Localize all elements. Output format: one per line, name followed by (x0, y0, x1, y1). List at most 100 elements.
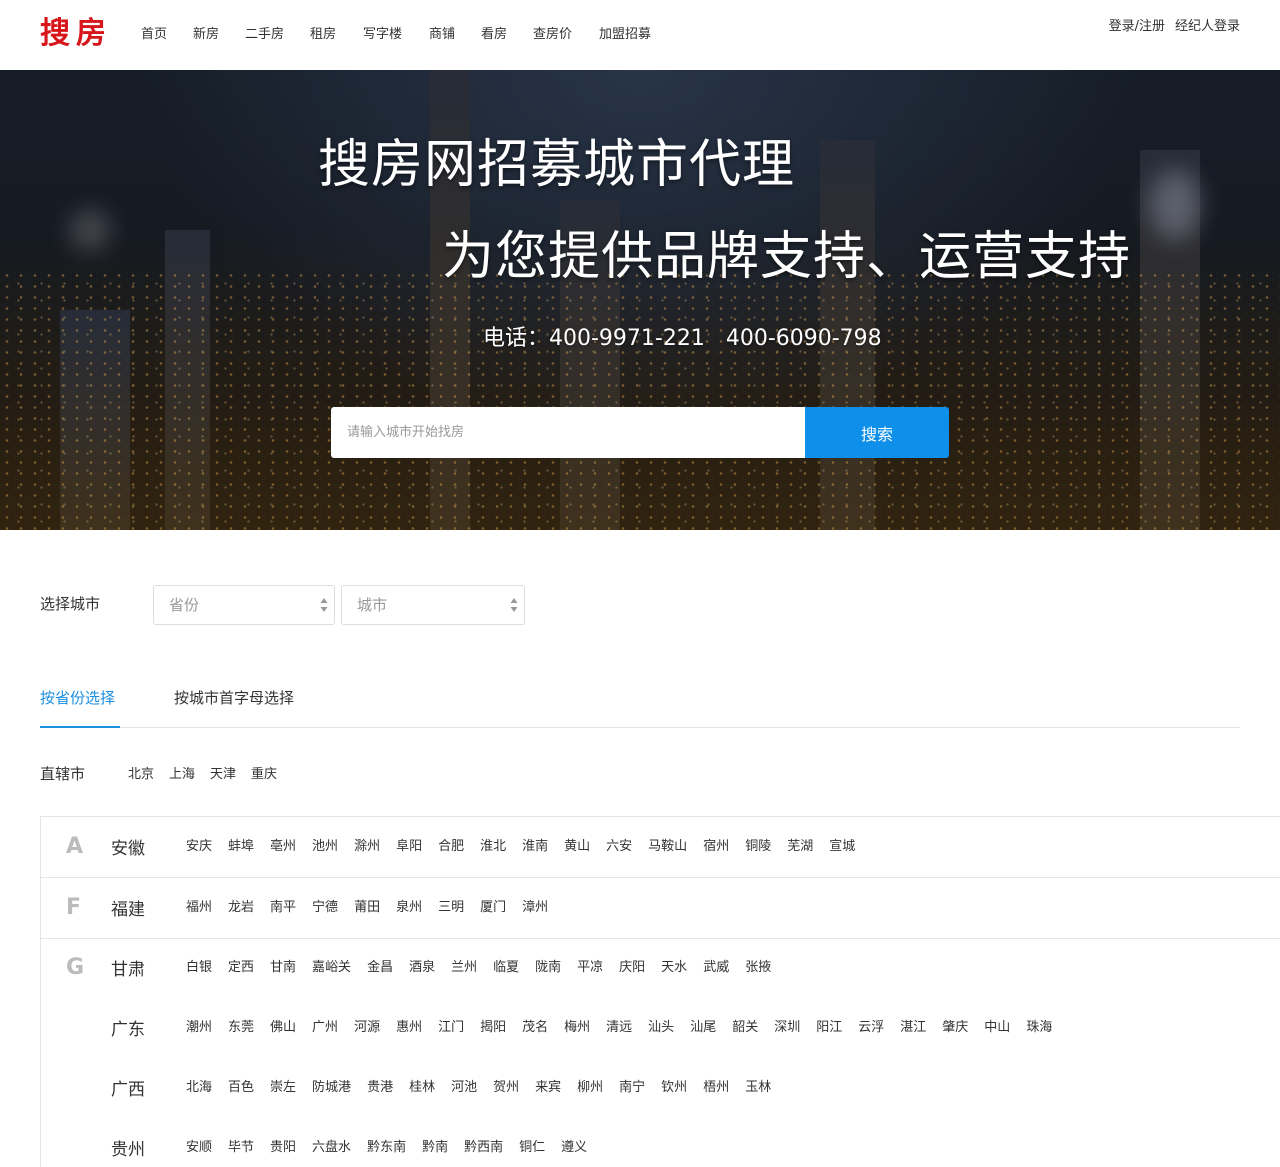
city-link[interactable]: 安顺 (186, 1139, 212, 1157)
city-link[interactable]: 汕尾 (690, 1019, 716, 1037)
tab-by-letter[interactable]: 按城市首字母选择 (174, 686, 294, 710)
nav-item-franchise[interactable]: 加盟招募 (599, 25, 665, 45)
city-link[interactable]: 芜湖 (787, 838, 813, 856)
city-link[interactable]: 漳州 (522, 899, 548, 917)
nav-item-viewing[interactable]: 看房 (481, 25, 533, 45)
city-link[interactable]: 柳州 (577, 1079, 603, 1097)
city-link[interactable]: 清远 (606, 1019, 632, 1037)
city-link[interactable]: 陇南 (535, 959, 561, 977)
city-link[interactable]: 河池 (451, 1079, 477, 1097)
city-link[interactable]: 龙岩 (228, 899, 254, 917)
city-link[interactable]: 梅州 (564, 1019, 590, 1037)
city-link[interactable]: 北海 (186, 1079, 212, 1097)
agent-login-link[interactable]: 经纪人登录 (1175, 15, 1240, 34)
nav-item-shops[interactable]: 商铺 (429, 25, 481, 45)
city-link[interactable]: 泉州 (396, 899, 422, 917)
city-link[interactable]: 三明 (438, 899, 464, 917)
province-select[interactable]: 省份 (153, 585, 335, 625)
city-link[interactable]: 庆阳 (619, 959, 645, 977)
city-link[interactable]: 贺州 (493, 1079, 519, 1097)
city-link[interactable]: 黄山 (564, 838, 590, 856)
city-link[interactable]: 茂名 (522, 1019, 548, 1037)
city-link[interactable]: 阳江 (816, 1019, 842, 1037)
city-link[interactable]: 珠海 (1026, 1019, 1052, 1037)
nav-item-home[interactable]: 首页 (141, 25, 193, 45)
city-link[interactable]: 淮南 (522, 838, 548, 856)
nav-item-office[interactable]: 写字楼 (363, 25, 429, 45)
tab-by-province[interactable]: 按省份选择 (40, 686, 120, 728)
city-link[interactable]: 定西 (228, 959, 254, 977)
search-button[interactable]: 搜索 (805, 407, 949, 458)
city-link[interactable]: 黔东南 (367, 1139, 406, 1157)
city-link[interactable]: 梧州 (703, 1079, 729, 1097)
city-link[interactable]: 上海 (169, 766, 195, 784)
city-link[interactable]: 惠州 (396, 1019, 422, 1037)
city-link[interactable]: 天津 (210, 766, 236, 784)
city-link[interactable]: 甘南 (270, 959, 296, 977)
city-link[interactable]: 嘉峪关 (312, 959, 351, 977)
city-link[interactable]: 湛江 (900, 1019, 926, 1037)
city-select[interactable]: 城市 (341, 585, 525, 625)
city-link[interactable]: 东莞 (228, 1019, 254, 1037)
city-link[interactable]: 蚌埠 (228, 838, 254, 856)
city-link[interactable]: 池州 (312, 838, 338, 856)
city-link[interactable]: 贵阳 (270, 1139, 296, 1157)
city-link[interactable]: 滁州 (354, 838, 380, 856)
city-link[interactable]: 江门 (438, 1019, 464, 1037)
city-link[interactable]: 白银 (186, 959, 212, 977)
city-link[interactable]: 毕节 (228, 1139, 254, 1157)
city-link[interactable]: 防城港 (312, 1079, 351, 1097)
city-link[interactable]: 兰州 (451, 959, 477, 977)
city-link[interactable]: 河源 (354, 1019, 380, 1037)
city-link[interactable]: 崇左 (270, 1079, 296, 1097)
city-link[interactable]: 南平 (270, 899, 296, 917)
city-link[interactable]: 北京 (128, 766, 154, 784)
city-link[interactable]: 宿州 (703, 838, 729, 856)
city-link[interactable]: 武威 (703, 959, 729, 977)
city-link[interactable]: 马鞍山 (648, 838, 687, 856)
city-link[interactable]: 宁德 (312, 899, 338, 917)
city-link[interactable]: 佛山 (270, 1019, 296, 1037)
city-link[interactable]: 钦州 (661, 1079, 687, 1097)
city-link[interactable]: 遵义 (561, 1139, 587, 1157)
city-search-input[interactable] (331, 407, 805, 458)
nav-item-rent[interactable]: 租房 (310, 25, 363, 45)
city-link[interactable]: 临夏 (493, 959, 519, 977)
city-link[interactable]: 广州 (312, 1019, 338, 1037)
city-link[interactable]: 天水 (661, 959, 687, 977)
city-link[interactable]: 韶关 (732, 1019, 758, 1037)
city-link[interactable]: 平凉 (577, 959, 603, 977)
nav-item-price-check[interactable]: 查房价 (533, 25, 599, 45)
city-link[interactable]: 厦门 (480, 899, 506, 917)
city-link[interactable]: 重庆 (251, 766, 277, 784)
city-link[interactable]: 黔南 (422, 1139, 448, 1157)
city-link[interactable]: 酒泉 (409, 959, 435, 977)
city-link[interactable]: 潮州 (186, 1019, 212, 1037)
nav-item-resale[interactable]: 二手房 (245, 25, 310, 45)
city-link[interactable]: 宣城 (829, 838, 855, 856)
city-link[interactable]: 金昌 (367, 959, 393, 977)
city-link[interactable]: 肇庆 (942, 1019, 968, 1037)
city-link[interactable]: 淮北 (480, 838, 506, 856)
city-link[interactable]: 亳州 (270, 838, 296, 856)
city-link[interactable]: 贵港 (367, 1079, 393, 1097)
site-logo[interactable]: 搜房 (40, 14, 112, 54)
city-link[interactable]: 揭阳 (480, 1019, 506, 1037)
city-link[interactable]: 南宁 (619, 1079, 645, 1097)
nav-item-new-homes[interactable]: 新房 (193, 25, 245, 45)
city-link[interactable]: 深圳 (774, 1019, 800, 1037)
city-link[interactable]: 合肥 (438, 838, 464, 856)
city-link[interactable]: 六安 (606, 838, 632, 856)
city-link[interactable]: 张掖 (745, 959, 771, 977)
city-link[interactable]: 黔西南 (464, 1139, 503, 1157)
city-link[interactable]: 阜阳 (396, 838, 422, 856)
login-register-link[interactable]: 登录/注册 (1109, 15, 1165, 34)
city-link[interactable]: 汕头 (648, 1019, 674, 1037)
city-link[interactable]: 铜陵 (745, 838, 771, 856)
city-link[interactable]: 云浮 (858, 1019, 884, 1037)
city-link[interactable]: 百色 (228, 1079, 254, 1097)
city-link[interactable]: 福州 (186, 899, 212, 917)
city-link[interactable]: 安庆 (186, 838, 212, 856)
city-link[interactable]: 中山 (984, 1019, 1010, 1037)
city-link[interactable]: 桂林 (409, 1079, 435, 1097)
